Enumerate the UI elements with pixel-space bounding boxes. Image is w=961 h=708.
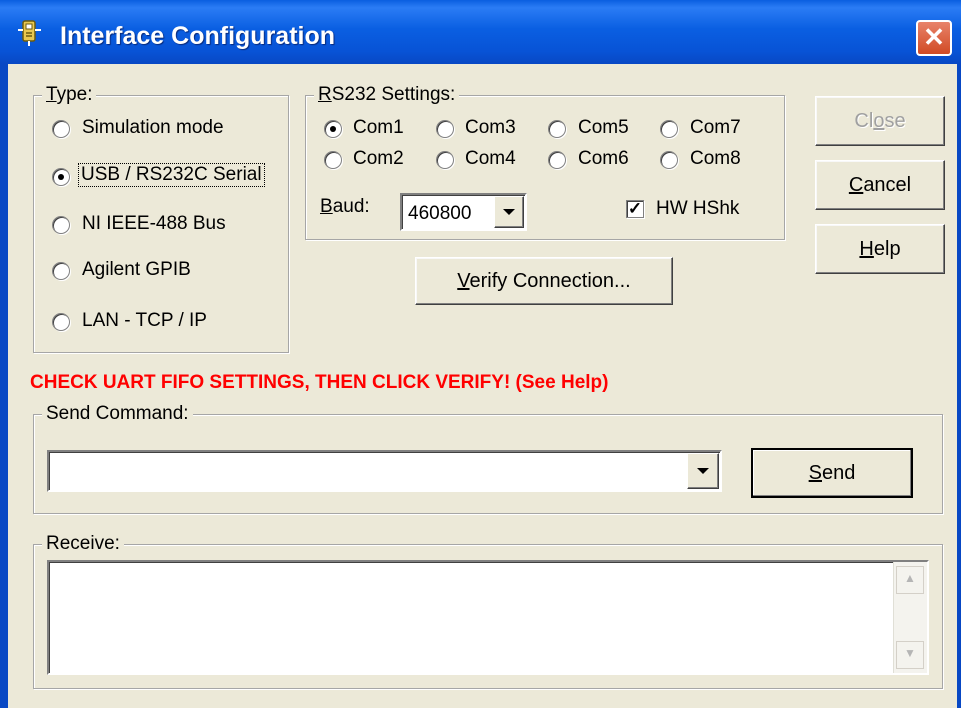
radio-com8[interactable]	[660, 151, 678, 169]
help-button[interactable]: Help	[815, 224, 945, 274]
baud-label: Baud:	[320, 196, 370, 217]
cancel-button-label: Cancel	[848, 174, 912, 196]
radio-com1[interactable]	[324, 120, 342, 138]
radio-label-simulation-mode[interactable]: Simulation mode	[82, 117, 224, 139]
cancel-button[interactable]: Cancel	[815, 160, 945, 210]
send-command-combobox[interactable]	[47, 450, 722, 492]
scroll-down-button[interactable]: ▼	[896, 641, 924, 669]
window-title: Interface Configuration	[60, 22, 336, 50]
uart-warning-message: CHECK UART FIFO SETTINGS, THEN CLICK VER…	[30, 372, 609, 393]
window-close-button[interactable]: ✕	[916, 20, 952, 56]
send-button[interactable]: Send	[751, 448, 913, 498]
radio-com5[interactable]	[548, 120, 566, 138]
receive-legend: Receive:	[42, 533, 124, 555]
close-button-label: Close	[854, 110, 906, 132]
baud-select[interactable]: 460800	[400, 193, 527, 231]
radio-simulation-mode[interactable]	[52, 120, 70, 138]
receive-textarea[interactable]: ▲ ▼	[47, 560, 929, 675]
radio-label-com2[interactable]: Com2	[353, 148, 404, 170]
hwhshk-checkbox[interactable]: ✓	[626, 200, 644, 218]
type-group-legend: Type:	[42, 84, 97, 106]
radio-com6[interactable]	[548, 151, 566, 169]
send-button-label: Send	[808, 462, 856, 484]
radio-label-com1[interactable]: Com1	[353, 117, 404, 139]
verify-connection-button[interactable]: Verify Connection...	[415, 257, 673, 305]
rs232-settings-legend: RS232 Settings:	[314, 84, 460, 106]
radio-com7[interactable]	[660, 120, 678, 138]
baud-dropdown-button[interactable]	[494, 196, 524, 228]
radio-label-com4[interactable]: Com4	[465, 148, 516, 170]
close-button[interactable]: Close	[815, 96, 945, 146]
radio-usb-rs232c-serial[interactable]	[52, 168, 70, 186]
help-button-label: Help	[859, 238, 901, 260]
chevron-down-icon	[697, 468, 709, 474]
arrow-up-icon: ▲	[904, 571, 916, 585]
arrow-down-icon: ▼	[904, 646, 916, 660]
close-icon: ✕	[923, 22, 945, 52]
radio-label-lan-tcp-ip[interactable]: LAN - TCP / IP	[82, 310, 207, 332]
scroll-up-button[interactable]: ▲	[896, 566, 924, 594]
radio-label-com3[interactable]: Com3	[465, 117, 516, 139]
chevron-down-icon	[503, 209, 515, 215]
verify-connection-label: Verify Connection...	[457, 270, 631, 292]
hwhshk-label[interactable]: HW HShk	[656, 198, 739, 220]
radio-label-ni-ieee-488-bus[interactable]: NI IEEE-488 Bus	[82, 213, 226, 235]
radio-label-agilent-gpib[interactable]: Agilent GPIB	[82, 259, 191, 281]
window-border-left	[0, 64, 8, 708]
send-command-legend: Send Command:	[42, 403, 193, 425]
checkmark-icon: ✓	[627, 199, 643, 218]
radio-label-com5[interactable]: Com5	[578, 117, 629, 139]
window-border-right	[957, 64, 961, 708]
device-icon	[14, 18, 44, 48]
receive-scrollbar[interactable]: ▲ ▼	[893, 562, 927, 673]
radio-label-com6[interactable]: Com6	[578, 148, 629, 170]
radio-label-usb-rs232c-serial[interactable]: USB / RS232C Serial	[78, 163, 265, 187]
radio-agilent-gpib[interactable]	[52, 262, 70, 280]
radio-label-com8[interactable]: Com8	[690, 148, 741, 170]
radio-com4[interactable]	[436, 151, 454, 169]
radio-ni-ieee-488-bus[interactable]	[52, 216, 70, 234]
radio-com2[interactable]	[324, 151, 342, 169]
radio-label-com7[interactable]: Com7	[690, 117, 741, 139]
radio-lan-tcp-ip[interactable]	[52, 313, 70, 331]
baud-value: 460800	[408, 203, 472, 224]
radio-com3[interactable]	[436, 120, 454, 138]
send-command-dropdown-button[interactable]	[687, 453, 719, 489]
